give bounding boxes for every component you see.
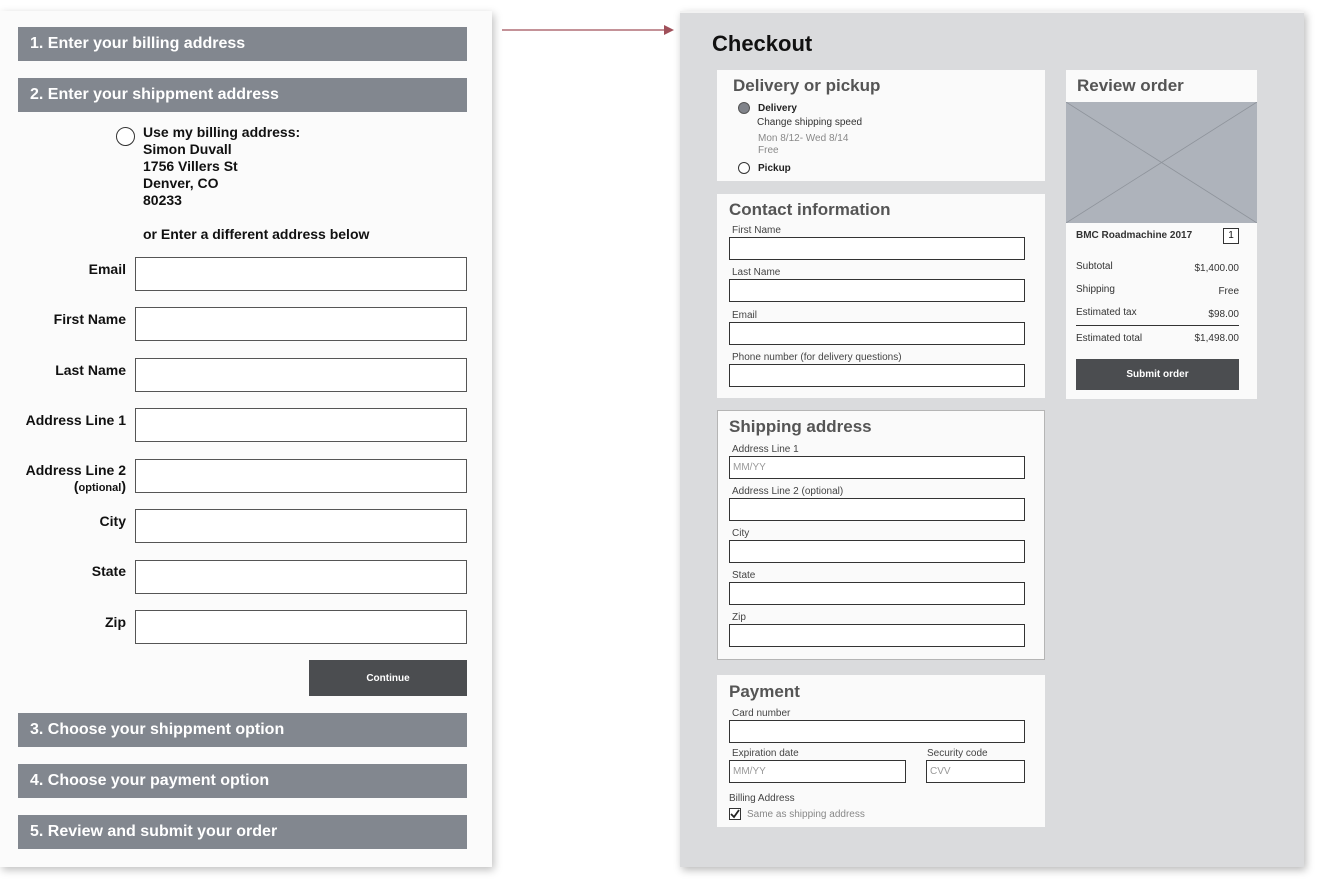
billing-heading: Use my billing address:: [143, 124, 301, 140]
contact-phone-label: Phone number (for delivery questions): [732, 352, 902, 363]
contact-card: Contact information First Name Last Name…: [717, 194, 1045, 398]
subtotal-label: Subtotal: [1076, 261, 1113, 272]
state-field[interactable]: [135, 560, 467, 594]
expiration-label: Expiration date: [732, 748, 799, 759]
checkout-panel: Checkout Delivery or pickup Delivery Cha…: [680, 11, 1304, 867]
delivery-card: Delivery or pickup Delivery Change shipp…: [717, 70, 1045, 181]
ship-zip-input[interactable]: [729, 624, 1025, 647]
contact-last-name-label: Last Name: [732, 267, 781, 278]
billing-zip: 80233: [143, 192, 182, 208]
step-review-submit[interactable]: 5. Review and submit your order: [18, 815, 467, 849]
page-title: Checkout: [712, 31, 813, 56]
step-shipment-option[interactable]: 3. Choose your shippment option: [18, 713, 467, 747]
last-name-label: Last Name: [55, 362, 126, 378]
address-line-2-label-text: Address Line 2: [25, 462, 126, 478]
use-billing-address-radio[interactable]: [116, 127, 135, 146]
contact-phone-input[interactable]: [729, 364, 1025, 387]
address-line-2-label: Address Line 2 (optional): [0, 462, 126, 496]
delivery-option-label[interactable]: Delivery: [758, 103, 797, 114]
shipment-flow-panel: 1. Enter your billing address 2. Enter y…: [0, 11, 492, 867]
payment-card: Payment Card number Expiration date MM/Y…: [717, 675, 1045, 827]
contact-first-name-label: First Name: [732, 225, 781, 236]
email-label: Email: [88, 261, 126, 277]
shipping-label: Shipping: [1076, 284, 1115, 295]
continue-button[interactable]: Continue: [309, 660, 467, 696]
state-label: State: [91, 563, 126, 579]
ship-address2-label: Address Line 2 (optional): [732, 486, 844, 497]
first-name-label: First Name: [53, 311, 126, 327]
card-number-label: Card number: [732, 708, 791, 719]
ship-address1-input[interactable]: MM/YY: [729, 456, 1025, 479]
zip-label: Zip: [105, 614, 126, 630]
tax-value: $98.00: [1208, 309, 1239, 320]
review-title: Review order: [1077, 76, 1184, 95]
ship-state-label: State: [732, 570, 756, 581]
contact-last-name-input[interactable]: [729, 279, 1025, 302]
pickup-radio[interactable]: [738, 162, 750, 174]
flow-arrow-icon: [502, 25, 674, 35]
ship-address1-label: Address Line 1: [732, 444, 799, 455]
pickup-option-label[interactable]: Pickup: [758, 163, 791, 174]
step-shipment-address[interactable]: 2. Enter your shippment address: [18, 78, 467, 112]
delivery-cost: Free: [758, 145, 779, 156]
ship-address2-input[interactable]: [729, 498, 1025, 521]
step-billing-address[interactable]: 1. Enter your billing address: [18, 27, 467, 61]
alternate-address-text: or Enter a different address below: [143, 226, 370, 242]
address-line-1-label: Address Line 1: [25, 412, 126, 428]
product-image-placeholder: [1066, 102, 1257, 223]
address-line-1-field[interactable]: [135, 408, 467, 442]
ship-state-input[interactable]: [729, 582, 1025, 605]
delivery-title: Delivery or pickup: [733, 76, 881, 95]
contact-first-name-input[interactable]: [729, 237, 1025, 260]
security-code-input[interactable]: CVV: [926, 760, 1025, 783]
total-label: Estimated total: [1076, 333, 1143, 344]
step-payment-option[interactable]: 4. Choose your payment option: [18, 764, 467, 798]
billing-city-state: Denver, CO: [143, 175, 219, 191]
first-name-field[interactable]: [135, 307, 467, 341]
last-name-field[interactable]: [135, 358, 467, 392]
shipping-value: Free: [1218, 286, 1239, 297]
quantity-box[interactable]: 1: [1223, 228, 1239, 244]
checkmark-icon: [730, 809, 740, 819]
contact-email-label: Email: [732, 310, 758, 321]
email-field[interactable]: [135, 257, 467, 291]
summary-divider: [1076, 325, 1239, 326]
delivery-dates: Mon 8/12- Wed 8/14: [758, 133, 849, 144]
same-as-shipping-checkbox[interactable]: [729, 808, 741, 820]
card-number-input[interactable]: [729, 720, 1025, 743]
delivery-radio[interactable]: [738, 102, 750, 114]
subtotal-value: $1,400.00: [1194, 263, 1240, 274]
review-card: Review order BMC Roadmachine 2017 1 Subt…: [1066, 70, 1257, 399]
security-code-label: Security code: [927, 748, 988, 759]
city-field[interactable]: [135, 509, 467, 543]
change-shipping-speed-link[interactable]: Change shipping speed: [757, 117, 862, 128]
payment-title: Payment: [729, 682, 800, 701]
contact-title: Contact information: [729, 200, 891, 219]
shipping-title: Shipping address: [729, 417, 872, 436]
contact-email-input[interactable]: [729, 322, 1025, 345]
billing-street: 1756 Villers St: [143, 158, 238, 174]
same-as-shipping-label[interactable]: Same as shipping address: [747, 809, 865, 820]
total-value: $1,498.00: [1194, 333, 1240, 344]
billing-address-block: Use my billing address: Simon Duvall 175…: [143, 124, 300, 209]
billing-name: Simon Duvall: [143, 141, 232, 157]
optional-note: optional: [78, 482, 122, 494]
zip-field[interactable]: [135, 610, 467, 644]
expiration-input[interactable]: MM/YY: [729, 760, 906, 783]
billing-address-label: Billing Address: [729, 793, 795, 804]
city-label: City: [99, 513, 126, 529]
ship-city-label: City: [732, 528, 750, 539]
tax-label: Estimated tax: [1076, 307, 1137, 318]
submit-order-button[interactable]: Submit order: [1076, 359, 1239, 390]
product-name: BMC Roadmachine 2017: [1076, 230, 1193, 241]
address-line-2-field[interactable]: [135, 459, 467, 493]
ship-zip-label: Zip: [732, 612, 746, 623]
shipping-card: Shipping address Address Line 1 MM/YY Ad…: [717, 410, 1045, 660]
ship-city-input[interactable]: [729, 540, 1025, 563]
